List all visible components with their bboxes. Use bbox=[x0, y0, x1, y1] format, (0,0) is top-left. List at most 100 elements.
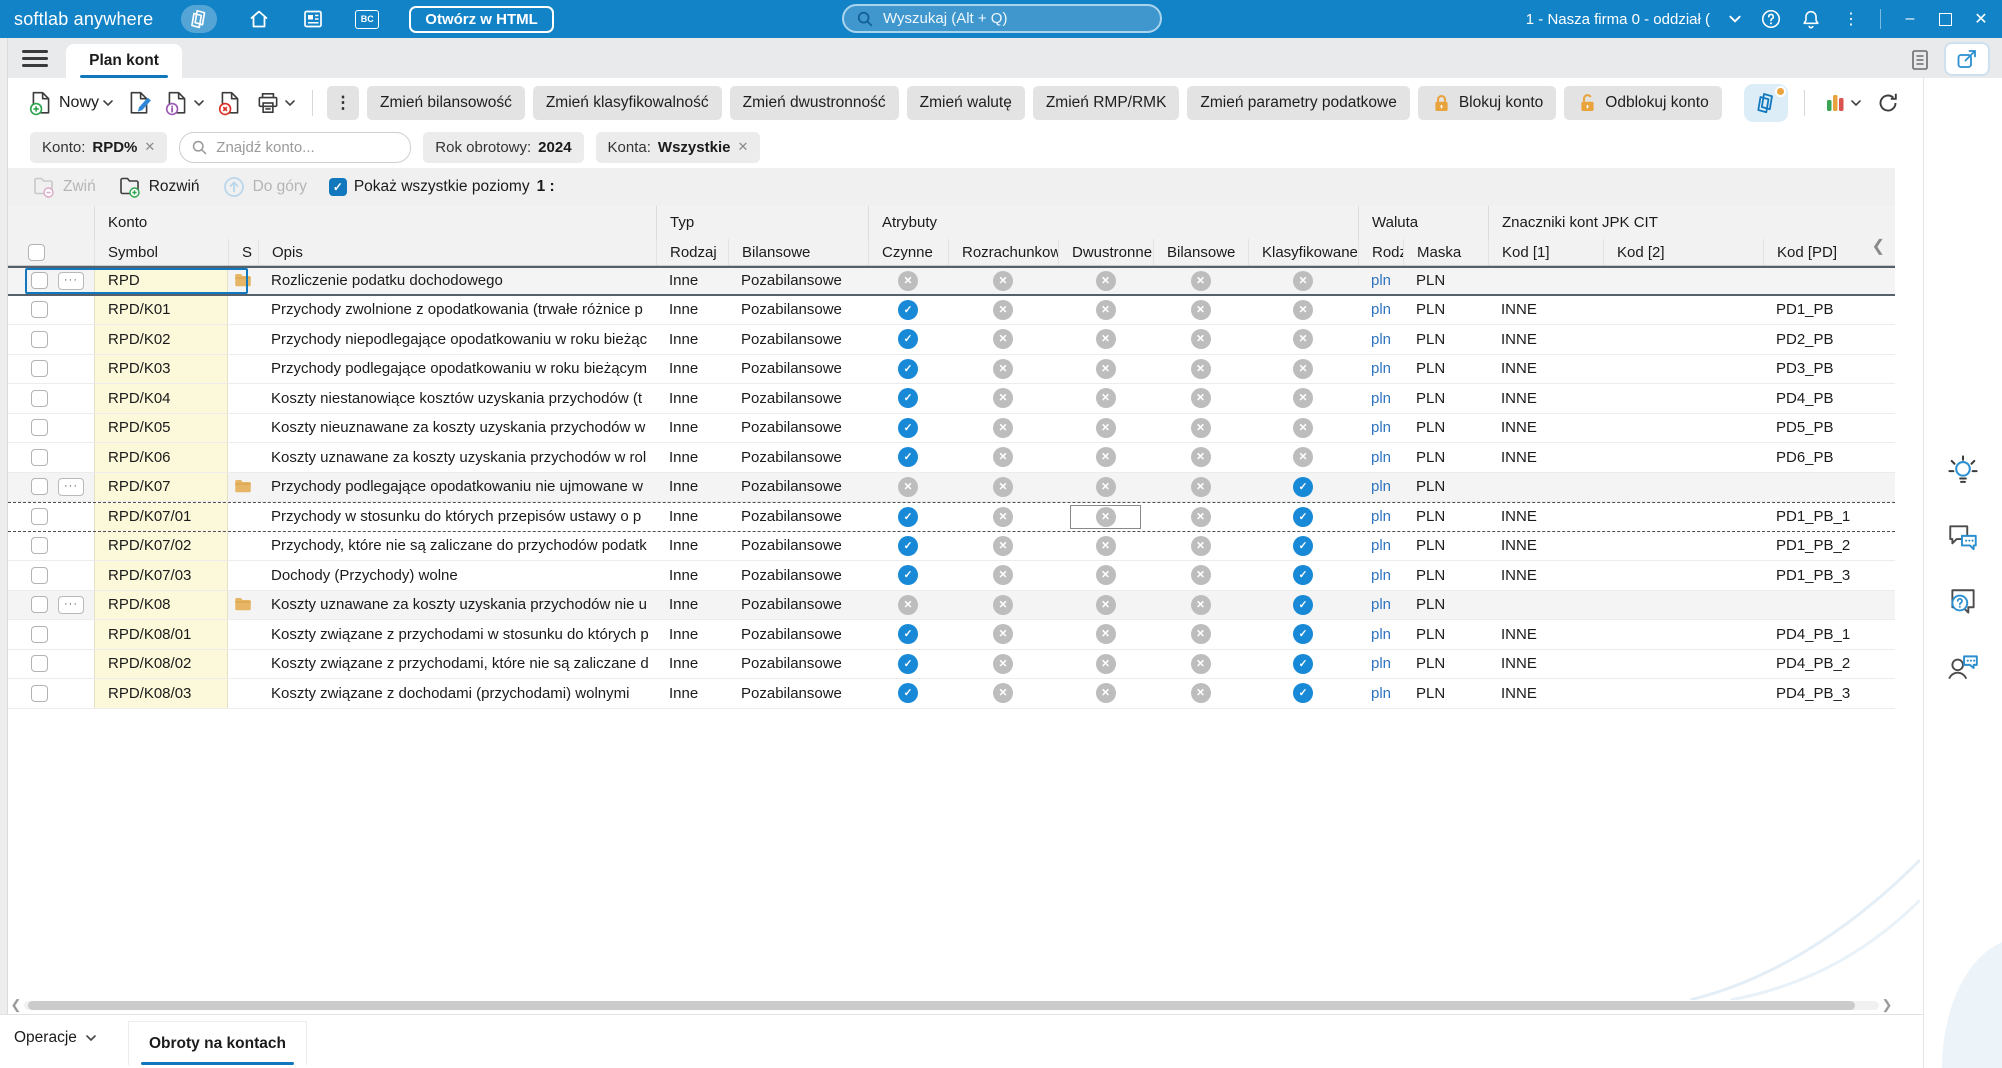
table-row[interactable]: RPD/K06 Koszty uznawane za koszty uzyska… bbox=[8, 443, 1895, 473]
cell-dwustronne[interactable]: ✕ bbox=[1058, 414, 1153, 443]
cell-dwustronne[interactable]: ✕ bbox=[1058, 650, 1153, 679]
cell-czynne[interactable]: ✓ bbox=[868, 384, 948, 413]
cell-opis[interactable]: Przychody, które nie są zaliczane do prz… bbox=[258, 532, 656, 561]
cell-kodpd[interactable]: PD2_PB bbox=[1763, 325, 1895, 354]
cell-kod2[interactable] bbox=[1603, 296, 1763, 325]
cell-kod2[interactable] bbox=[1603, 503, 1763, 531]
cell-rodzaj[interactable]: Inne bbox=[656, 268, 728, 294]
row-checkbox[interactable] bbox=[31, 272, 48, 290]
show-all-levels-toggle[interactable]: ✓ Pokaż wszystkie poziomy 1 : bbox=[328, 178, 555, 196]
cell-rozrachunkowe[interactable]: ✕ bbox=[948, 443, 1058, 472]
cell-kod2[interactable] bbox=[1603, 384, 1763, 413]
currency-link[interactable]: pln bbox=[1371, 360, 1391, 377]
cell-bilansowe[interactable]: Pozabilansowe bbox=[728, 561, 868, 590]
cell-klasyfikowane[interactable]: ✓ bbox=[1248, 532, 1358, 561]
row-checkbox[interactable] bbox=[31, 684, 48, 702]
cell-kod2[interactable] bbox=[1603, 650, 1763, 679]
assistant-chat-icon[interactable] bbox=[1946, 521, 1980, 560]
row-checkbox[interactable] bbox=[31, 389, 48, 407]
horizontal-scrollbar[interactable]: ❮ ❯ bbox=[8, 997, 1895, 1012]
col-rodzaj[interactable]: Rodzaj bbox=[656, 239, 728, 265]
col-rozrachunkowe[interactable]: Rozrachunkowe bbox=[948, 239, 1058, 265]
cell-kod1[interactable]: INNE bbox=[1488, 620, 1603, 649]
checkbox-checked-icon[interactable]: ✓ bbox=[328, 178, 347, 196]
operations-menu-button[interactable]: Operacje bbox=[14, 1029, 97, 1047]
col-kod1[interactable]: Kod [1] bbox=[1488, 239, 1603, 265]
currency-link[interactable]: pln bbox=[1371, 655, 1391, 672]
cell-dwustronne[interactable]: ✕ bbox=[1058, 325, 1153, 354]
row-checkbox[interactable] bbox=[31, 419, 48, 437]
cell-rodz[interactable]: pln bbox=[1358, 473, 1403, 502]
cell-czynne[interactable]: ✓ bbox=[868, 532, 948, 561]
row-checkbox[interactable] bbox=[31, 625, 48, 643]
cell-klasyfikowane[interactable]: ✕ bbox=[1248, 355, 1358, 384]
cell-rozrachunkowe[interactable]: ✕ bbox=[948, 620, 1058, 649]
col-bilansowe-attr[interactable]: Bilansowe bbox=[1153, 239, 1248, 265]
level-value[interactable]: 1 : bbox=[537, 178, 555, 196]
cell-czynne[interactable]: ✓ bbox=[868, 620, 948, 649]
cell-rodz[interactable]: pln bbox=[1358, 620, 1403, 649]
cell-opis[interactable]: Dochody (Przychody) wolne bbox=[258, 561, 656, 590]
cell-rodz[interactable]: pln bbox=[1358, 561, 1403, 590]
select-all-checkbox[interactable] bbox=[28, 243, 45, 261]
cell-kodpd[interactable] bbox=[1763, 473, 1895, 502]
currency-link[interactable]: pln bbox=[1371, 626, 1391, 643]
cell-opis[interactable]: Przychody zwolnione z opodatkowania (trw… bbox=[258, 296, 656, 325]
table-row[interactable]: RPD/K08/02 Koszty związane z przychodami… bbox=[8, 649, 1895, 679]
cell-opis[interactable]: Koszty niestanowiące kosztów uzyskania p… bbox=[258, 384, 656, 413]
col-bilansowe[interactable]: Bilansowe bbox=[728, 239, 868, 265]
cell-dwustronne[interactable]: ✕ bbox=[1058, 532, 1153, 561]
table-row[interactable]: RPD/K03 Przychody podlegające opodatkowa… bbox=[8, 354, 1895, 384]
cell-rodz[interactable]: pln bbox=[1358, 443, 1403, 472]
cell-dwustronne[interactable]: ✕ bbox=[1058, 561, 1153, 590]
cell-dwustronne[interactable]: ✕ bbox=[1058, 443, 1153, 472]
cell-kod2[interactable] bbox=[1603, 325, 1763, 354]
cell-bilansowe[interactable]: Pozabilansowe bbox=[728, 650, 868, 679]
cell-rodz[interactable]: pln bbox=[1358, 355, 1403, 384]
row-more-button[interactable]: ··· bbox=[58, 595, 84, 614]
cell-kod2[interactable] bbox=[1603, 620, 1763, 649]
cell-czynne[interactable]: ✓ bbox=[868, 296, 948, 325]
col-symbol[interactable]: Symbol bbox=[94, 239, 228, 265]
cell-maska[interactable]: PLN bbox=[1403, 296, 1488, 325]
cell-dwustronne[interactable]: ✕ bbox=[1058, 384, 1153, 413]
cell-kod2[interactable] bbox=[1603, 679, 1763, 708]
cell-bilansowe[interactable]: Pozabilansowe bbox=[728, 473, 868, 502]
row-checkbox[interactable] bbox=[31, 566, 48, 584]
change-classifiability-button[interactable]: Zmień klasyfikowalność bbox=[532, 86, 722, 120]
cell-bilansowe-attr[interactable]: ✕ bbox=[1153, 414, 1248, 443]
new-button[interactable]: Nowy bbox=[26, 88, 116, 118]
cell-klasyfikowane[interactable]: ✕ bbox=[1248, 384, 1358, 413]
cell-rodzaj[interactable]: Inne bbox=[656, 532, 728, 561]
cell-kod1[interactable]: INNE bbox=[1488, 296, 1603, 325]
cell-klasyfikowane[interactable]: ✓ bbox=[1248, 591, 1358, 620]
cell-klasyfikowane[interactable]: ✕ bbox=[1248, 325, 1358, 354]
row-more-button[interactable]: ··· bbox=[58, 271, 84, 290]
cell-maska[interactable]: PLN bbox=[1403, 384, 1488, 413]
cell-symbol[interactable]: RPD/K04 bbox=[94, 384, 228, 413]
table-row[interactable]: RPD/K08/01 Koszty związane z przychodami… bbox=[8, 620, 1895, 650]
cell-rodz[interactable]: pln bbox=[1358, 591, 1403, 620]
company-selector[interactable]: 1 - Nasza firma 0 - oddział ( bbox=[1526, 11, 1710, 28]
cell-rodz[interactable]: pln bbox=[1358, 268, 1403, 294]
change-balance-button[interactable]: Zmień bilansowość bbox=[367, 86, 525, 120]
cell-bilansowe[interactable]: Pozabilansowe bbox=[728, 679, 868, 708]
cell-opis[interactable]: Rozliczenie podatku dochodowego bbox=[258, 268, 656, 294]
col-klasyfikowane[interactable]: Klasyfikowane bbox=[1248, 239, 1358, 265]
cell-rozrachunkowe[interactable]: ✕ bbox=[948, 268, 1058, 294]
cell-bilansowe-attr[interactable]: ✕ bbox=[1153, 591, 1248, 620]
currency-link[interactable]: pln bbox=[1371, 449, 1391, 466]
cell-rozrachunkowe[interactable]: ✕ bbox=[948, 503, 1058, 531]
cell-kod2[interactable] bbox=[1603, 268, 1763, 294]
cell-rodz[interactable]: pln bbox=[1358, 679, 1403, 708]
refresh-button[interactable] bbox=[1874, 89, 1902, 117]
row-checkbox[interactable] bbox=[31, 448, 48, 466]
more-actions-button[interactable]: ⋮ bbox=[327, 86, 360, 120]
cell-symbol[interactable]: RPD/K05 bbox=[94, 413, 228, 442]
cell-czynne[interactable]: ✓ bbox=[868, 414, 948, 443]
cell-klasyfikowane[interactable]: ✕ bbox=[1248, 443, 1358, 472]
views-button[interactable] bbox=[1744, 84, 1788, 122]
currency-link[interactable]: pln bbox=[1371, 331, 1391, 348]
row-checkbox[interactable] bbox=[31, 478, 48, 496]
cell-rozrachunkowe[interactable]: ✕ bbox=[948, 325, 1058, 354]
